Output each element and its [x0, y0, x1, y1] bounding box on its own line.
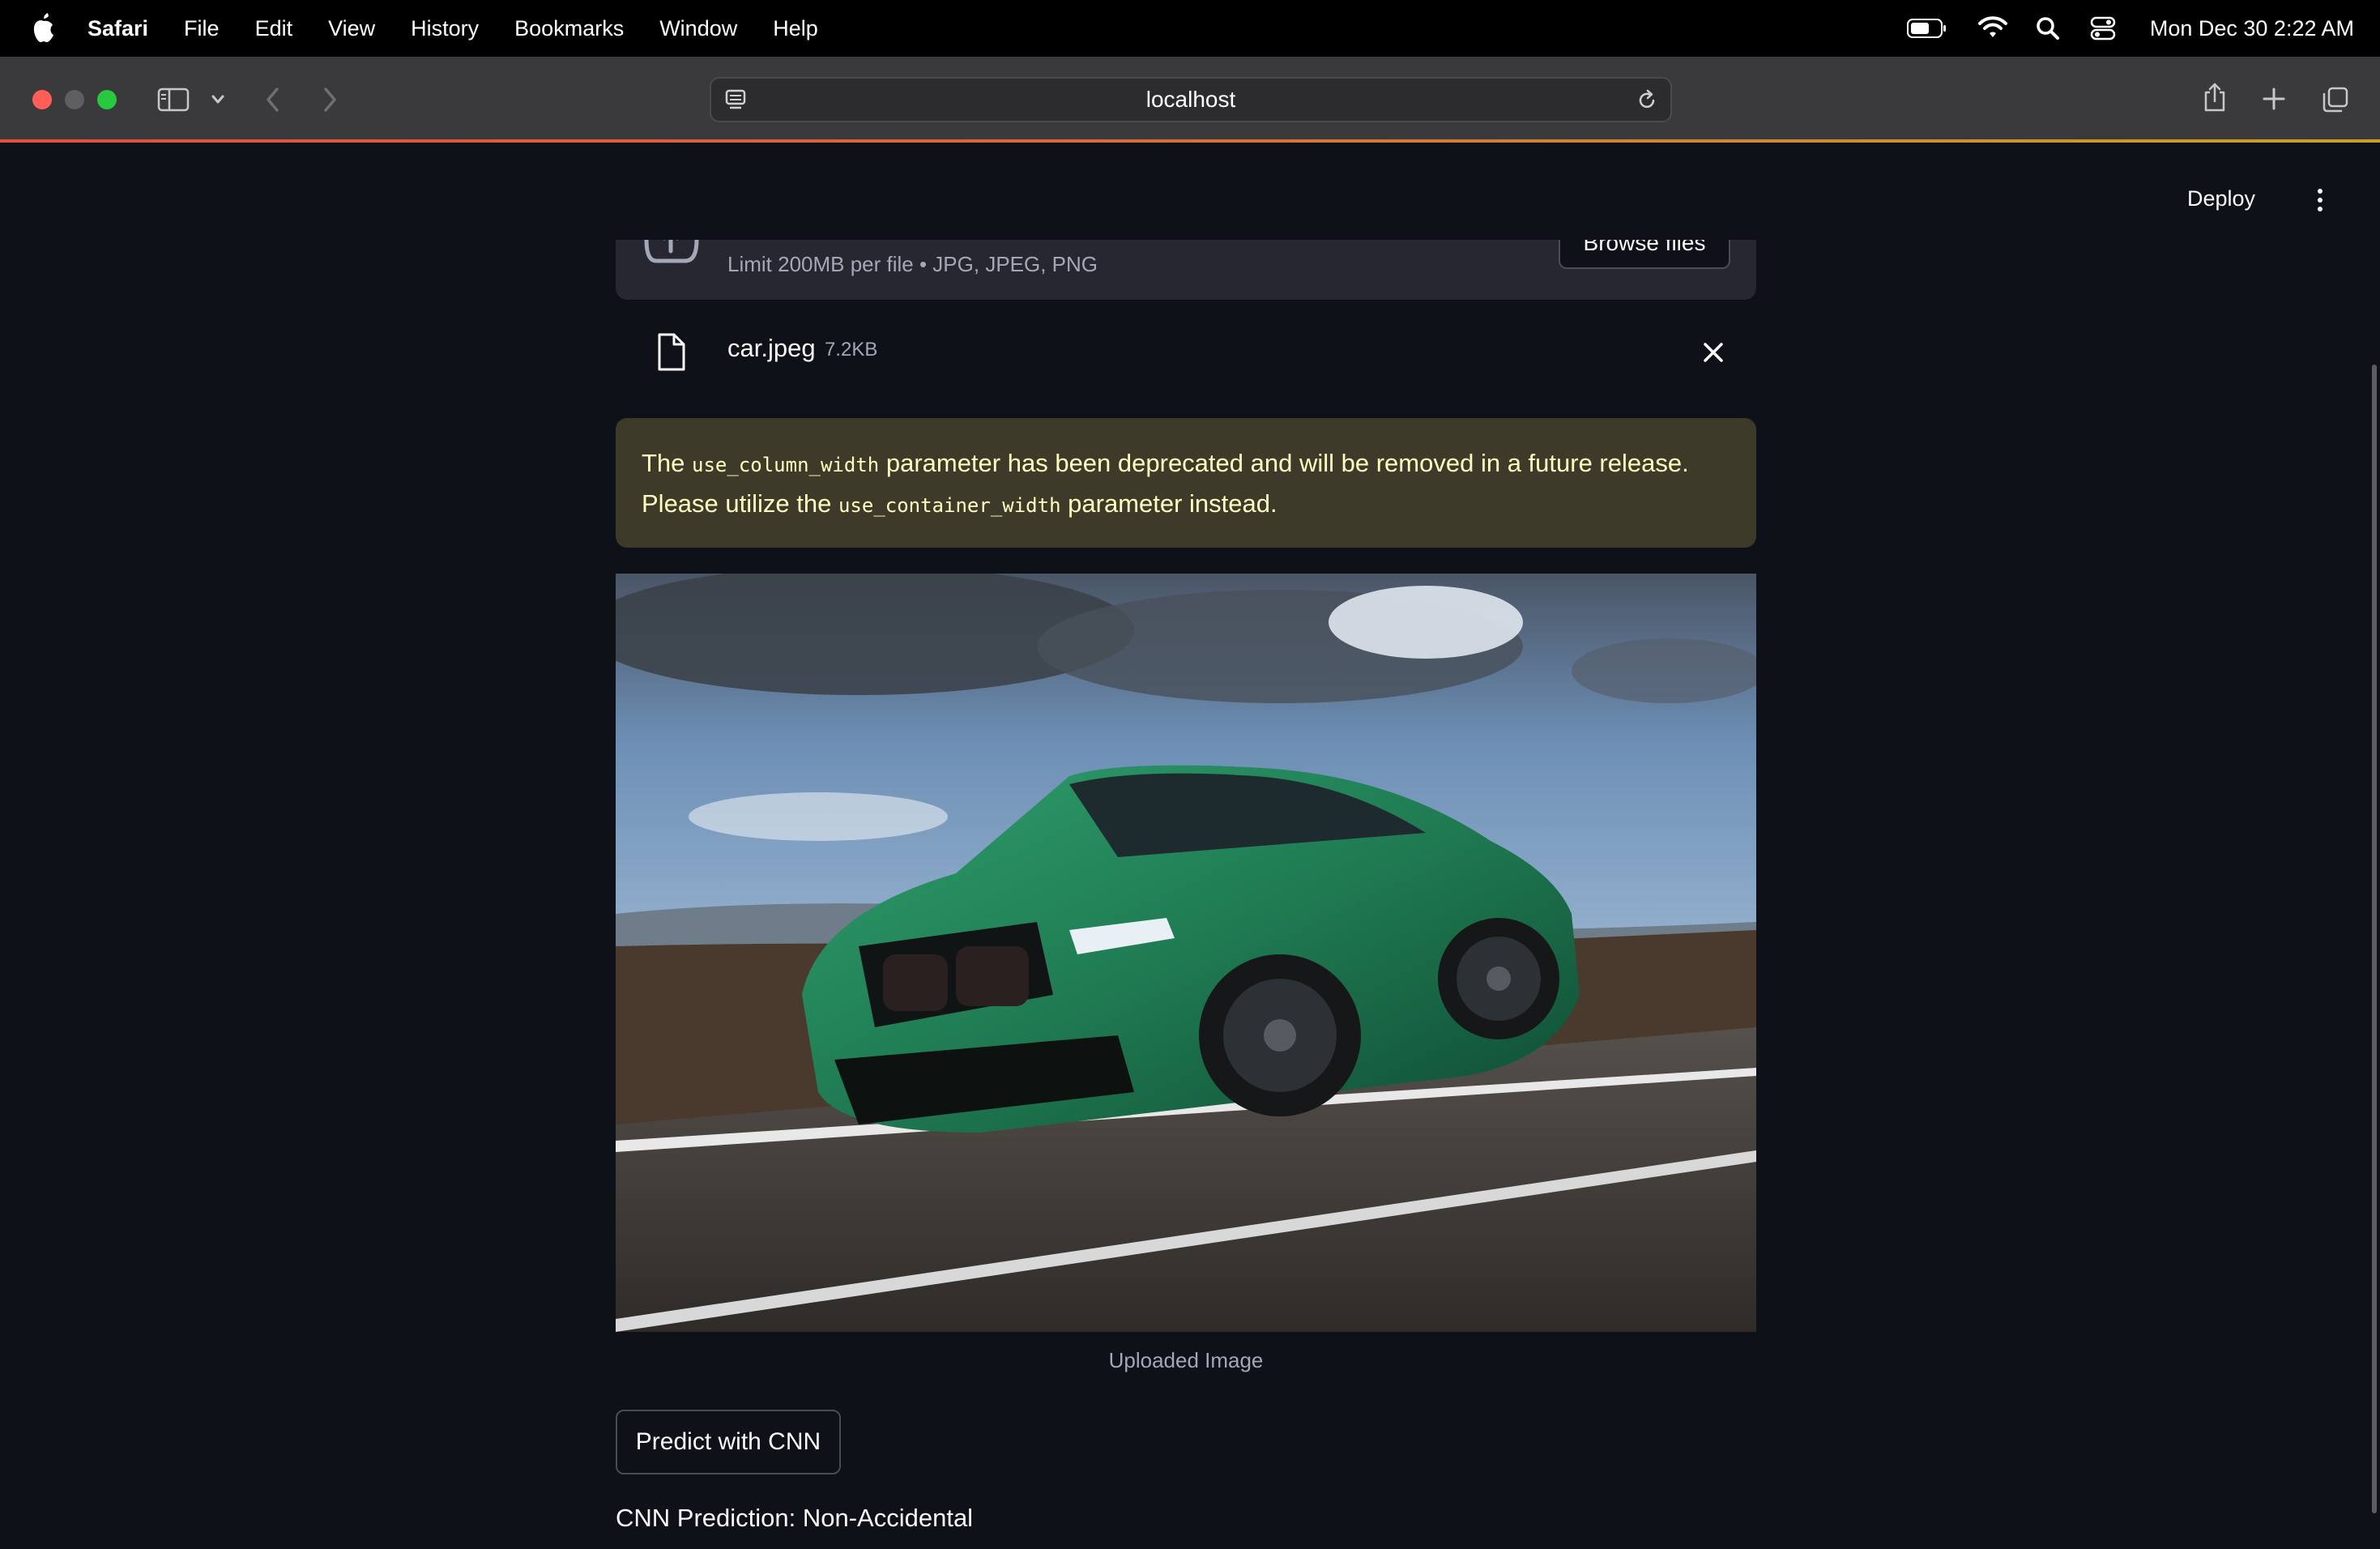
- file-icon: [658, 333, 685, 371]
- menu-bar: Safari File Edit View History Bookmarks …: [0, 0, 2380, 57]
- toolbar-accent-line: [0, 139, 2380, 143]
- predict-with-cnn-button[interactable]: Predict with CNN: [616, 1410, 841, 1474]
- share-icon[interactable]: [2202, 81, 2228, 113]
- back-icon[interactable]: [262, 86, 284, 113]
- car-photo: [616, 574, 1756, 1332]
- deploy-button[interactable]: Deploy: [2187, 186, 2255, 211]
- control-center-icon[interactable]: [2090, 16, 2116, 41]
- main-menu-icon[interactable]: [2315, 188, 2325, 212]
- warning-text-3: parameter instead.: [1060, 489, 1277, 518]
- new-tab-icon[interactable]: [2262, 87, 2286, 111]
- app-page: Deploy Limit 200MB per file • JPG, JPEG,…: [0, 146, 2380, 1549]
- uploaded-image: [616, 574, 1756, 1332]
- menu-app-safari[interactable]: Safari: [87, 16, 148, 41]
- cloud-upload-icon: [644, 240, 699, 263]
- warning-text-1: The: [642, 449, 693, 477]
- deprecation-warning: The use_column_width parameter has been …: [616, 418, 1756, 548]
- chevron-down-icon[interactable]: [211, 94, 225, 105]
- url-text[interactable]: localhost: [711, 79, 1670, 121]
- browser-toolbar: localhost: [0, 57, 2380, 143]
- forward-icon[interactable]: [319, 86, 340, 113]
- address-bar[interactable]: localhost: [710, 77, 1672, 122]
- page-scrollbar[interactable]: [2372, 365, 2377, 1513]
- warning-code-1: use_column_width: [692, 454, 880, 476]
- menu-view[interactable]: View: [328, 16, 375, 41]
- file-uploader-dropzone[interactable]: Limit 200MB per file • JPG, JPEG, PNG Br…: [616, 240, 1756, 300]
- window-minimize-button[interactable]: [65, 90, 84, 109]
- image-caption: Uploaded Image: [1108, 1348, 1264, 1372]
- menu-file[interactable]: File: [184, 16, 220, 41]
- browse-files-button[interactable]: Browse files: [1559, 240, 1730, 269]
- wifi-icon[interactable]: [1978, 15, 2007, 39]
- remove-file-icon[interactable]: [1701, 340, 1725, 365]
- uploaded-file-row: car.jpeg 7.2KB: [616, 318, 1756, 386]
- menu-history[interactable]: History: [411, 16, 479, 41]
- cnn-prediction-result: CNN Prediction: Non-Accidental: [616, 1504, 974, 1532]
- uploaded-file-size: 7.2KB: [825, 339, 878, 361]
- sidebar-toggle-icon[interactable]: [157, 87, 190, 112]
- menu-bookmarks[interactable]: Bookmarks: [514, 16, 624, 41]
- uploaded-file-name: car.jpeg: [727, 334, 816, 362]
- upload-limit-text: Limit 200MB per file • JPG, JPEG, PNG: [727, 252, 1098, 276]
- menu-bar-clock[interactable]: Mon Dec 30 2:22 AM: [2150, 0, 2354, 57]
- menu-edit[interactable]: Edit: [255, 16, 293, 41]
- tab-overview-icon[interactable]: [2322, 86, 2349, 113]
- main-content: Limit 200MB per file • JPG, JPEG, PNG Br…: [616, 146, 1756, 1549]
- window-zoom-button[interactable]: [97, 90, 117, 109]
- spotlight-search-icon[interactable]: [2036, 16, 2060, 41]
- warning-code-2: use_container_width: [838, 494, 1061, 517]
- window-close-button[interactable]: [32, 90, 52, 109]
- menu-help[interactable]: Help: [773, 16, 818, 41]
- apple-icon[interactable]: [31, 11, 57, 44]
- menu-window[interactable]: Window: [659, 16, 737, 41]
- battery-icon[interactable]: [1907, 19, 1947, 38]
- reload-icon[interactable]: [1635, 88, 1659, 113]
